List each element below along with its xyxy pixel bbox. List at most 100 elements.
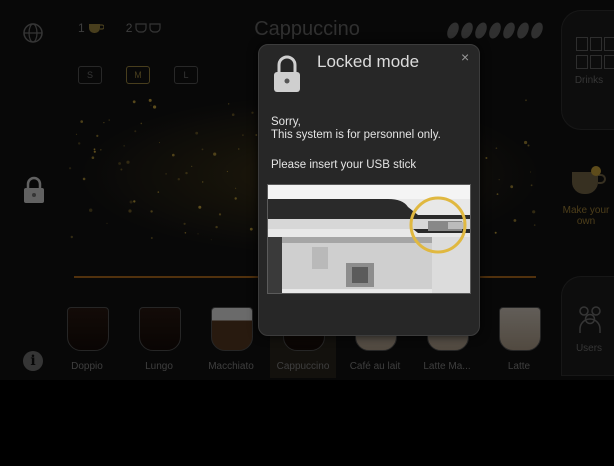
sparkle-dot [215, 225, 218, 229]
sparkle-dot [242, 134, 244, 136]
sparkle-dot [177, 178, 180, 181]
sparkle-dot [106, 222, 108, 224]
sparkle-dot [525, 99, 527, 102]
drink-label: Latte [507, 361, 531, 372]
sparkle-dot [202, 181, 204, 183]
drink-label: Cappuccino [276, 361, 330, 372]
strength-bean-icon[interactable] [458, 20, 476, 41]
info-icon[interactable]: i [23, 351, 43, 371]
drink-label: Latte Ma... [423, 361, 471, 372]
sparkle-dot [133, 200, 136, 203]
users-icon [579, 306, 601, 333]
sparkle-dot [198, 205, 202, 209]
sparkle-dot [195, 131, 199, 135]
sparkle-dot [228, 103, 230, 105]
sparkle-dot [150, 210, 153, 213]
sparkle-dot [78, 142, 81, 145]
sparkle-dot [249, 227, 253, 231]
sparkle-dot [150, 237, 153, 239]
sparkle-dot [231, 113, 235, 116]
drink-option[interactable]: Latte [486, 283, 552, 378]
strength-bean-icon[interactable] [472, 20, 490, 41]
size-option-l[interactable]: L [174, 66, 198, 84]
drink-label: Doppio [71, 361, 103, 372]
sparkle-dot [157, 191, 160, 193]
drinks-menu-panel[interactable]: Drinks [561, 10, 614, 130]
sparkle-dot [128, 209, 132, 213]
sparkle-dot [93, 150, 96, 153]
sparkle-dot [158, 142, 160, 144]
sparkle-dot [218, 213, 222, 216]
sparkle-dot [126, 160, 130, 164]
users-label: Users [575, 343, 603, 354]
sparkle-dot [93, 148, 96, 151]
sparkle-dot [89, 208, 93, 212]
strength-bean-icon[interactable] [500, 20, 518, 41]
sparkle-dot [103, 122, 105, 124]
custom-cup-icon [572, 166, 606, 194]
sparkle-dot [533, 224, 536, 226]
sparkle-dot [251, 111, 254, 114]
sparkle-dot [513, 219, 517, 222]
drink-label: Lungo [145, 361, 173, 372]
locked-mode-dialog: Locked mode × Sorry, This system is for … [258, 44, 480, 336]
drink-label: Macchiato [208, 361, 254, 372]
sparkle-dot [201, 148, 204, 151]
dialog-message-line: This system is for personnel only. [271, 129, 441, 141]
users-panel[interactable]: Users [561, 276, 614, 376]
sparkle-dot [153, 105, 157, 109]
strength-selector[interactable] [444, 20, 546, 41]
drink-cup-icon [67, 307, 109, 351]
size-option-s[interactable]: S [78, 66, 102, 84]
sparkle-dot [140, 122, 143, 125]
sparkle-dot [532, 210, 536, 214]
sparkle-dot [118, 162, 121, 165]
close-icon[interactable]: × [461, 49, 469, 65]
dialog-message-line: Sorry, [271, 116, 301, 128]
drink-option[interactable]: Macchiato [198, 283, 264, 378]
drink-option[interactable]: Doppio [54, 283, 120, 378]
sparkle-dot [165, 173, 168, 175]
sparkle-dot [100, 149, 102, 151]
sparkle-dot [494, 231, 497, 234]
sparkle-dot [134, 130, 137, 133]
sparkle-dot [530, 171, 532, 173]
sparkle-dot [91, 156, 95, 159]
sparkle-dot [120, 168, 123, 171]
lock-mode-icon[interactable] [22, 176, 46, 204]
sparkle-dot [132, 100, 136, 104]
strength-bean-icon[interactable] [486, 20, 504, 41]
size-selector: S M L [78, 66, 198, 84]
sparkle-dot [510, 185, 514, 189]
usb-port-illustration [268, 185, 470, 293]
sparkle-dot [210, 239, 212, 241]
sparkle-dot [213, 152, 217, 156]
sparkle-dot [82, 177, 86, 181]
sparkle-dot [530, 184, 533, 187]
sparkle-dot [235, 187, 237, 189]
sparkle-dot [496, 193, 499, 196]
drink-option[interactable]: Lungo [126, 283, 192, 378]
strength-bean-icon[interactable] [514, 20, 532, 41]
sparkle-dot [184, 232, 187, 234]
sparkle-dot [226, 170, 228, 173]
sparkle-dot [75, 133, 78, 135]
dialog-title: Locked mode [317, 52, 420, 71]
make-your-own-button[interactable]: Make your own [558, 164, 614, 227]
drinks-grid-icon [576, 37, 614, 71]
dialog-lock-icon [274, 55, 300, 92]
sparkle-dot [197, 233, 199, 235]
sparkle-dot [150, 104, 152, 106]
drink-cup-icon [139, 307, 181, 351]
drinks-menu-label: Drinks [574, 75, 604, 86]
drink-label: Café au lait [349, 361, 401, 372]
sparkle-dot [524, 140, 528, 145]
sparkle-dot [255, 134, 258, 136]
size-option-m[interactable]: M [126, 66, 150, 84]
sparkle-dot [185, 171, 188, 175]
sparkle-dot [172, 153, 175, 157]
sparkle-dot [96, 134, 99, 137]
strength-bean-icon[interactable] [444, 20, 462, 41]
sparkle-dot [70, 235, 74, 239]
sparkle-dot [108, 119, 110, 121]
